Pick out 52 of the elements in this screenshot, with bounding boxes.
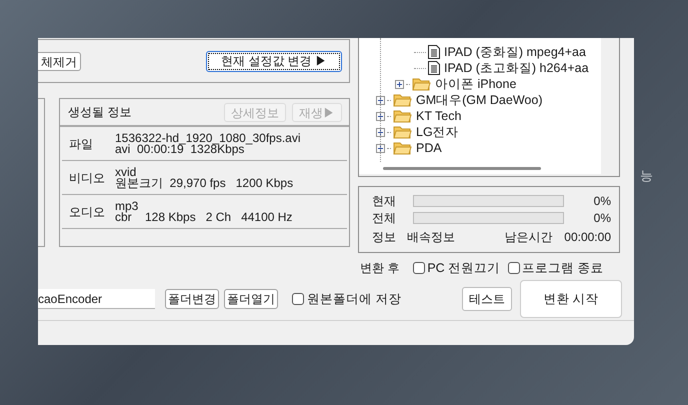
after-conversion-label: 변환 후 [360, 260, 400, 277]
test-button[interactable]: 테스트 [462, 287, 512, 311]
scrollbar-thumb[interactable] [383, 166, 541, 170]
tree-item[interactable]: IPAD (중화질) mpeg4+aa [444, 42, 586, 62]
expand-icon[interactable] [376, 144, 385, 152]
checkbox[interactable] [413, 262, 426, 274]
folder-icon [393, 141, 412, 155]
expand-icon[interactable] [395, 80, 404, 88]
progress-percent: 0% [592, 192, 611, 210]
info-text: 1536322-hd_1920_1080_30fps.avi [115, 132, 301, 144]
info-label: 정보 [371, 228, 397, 246]
document-icon [428, 61, 440, 75]
info-text: cbr 128 Kbps 2 Ch 44100 Hz [115, 212, 292, 222]
tree-item[interactable]: PDA [416, 138, 442, 158]
info-text: 원본크기 29,970 fps 1200 Kbps [115, 178, 294, 188]
background-text: 능 [640, 167, 653, 185]
expand-icon[interactable] [376, 128, 385, 136]
tree-item[interactable]: GM대우(GM DaeWoo) [416, 90, 542, 110]
row-label: 비디오 [68, 170, 106, 186]
document-icon [428, 45, 440, 59]
remove-all-button[interactable]: 체제거 [38, 52, 81, 70]
remaining-time: 00:00:00 [564, 228, 611, 246]
group-title: 생성될 정보 [68, 104, 132, 121]
expand-icon[interactable] [376, 112, 385, 120]
info-text: xvid [115, 166, 136, 178]
checkbox-label: PC 전원끄기 [427, 260, 500, 277]
folder-path-field[interactable]: caoEncoder [38, 289, 155, 309]
row-label: 오디오 [68, 204, 106, 220]
folder-button[interactable]: 폴더변경 [165, 289, 219, 309]
folder-button[interactable]: 폴더열기 [224, 289, 278, 309]
folder-icon [393, 109, 412, 123]
info-text: mp3 [115, 200, 140, 212]
remaining-label: 남은시간 [504, 228, 552, 246]
progress-percent: 0% [592, 210, 611, 226]
info-text: avi 00:00:19 1328Kbps [115, 144, 244, 154]
tree-item[interactable]: KT Tech [416, 106, 462, 126]
save-to-source-checkbox[interactable]: 원본폴더에 저장 [292, 290, 402, 308]
apply-settings-button[interactable]: 현재 설정값 변경 ▶ [206, 50, 342, 72]
checkbox-label: 프로그램 종료 [522, 260, 604, 277]
expand-icon[interactable] [376, 96, 385, 104]
row-label: 파일 [68, 136, 94, 152]
checkbox[interactable] [508, 262, 520, 274]
progress-label: 현재 [371, 192, 397, 210]
tree-item[interactable]: LG전자 [416, 122, 459, 142]
folder-icon [412, 77, 431, 91]
tree-item[interactable]: IPAD (초고화질) h264+aa [444, 58, 589, 78]
folder-icon [393, 93, 412, 107]
progress-label: 전체 [371, 210, 397, 226]
folder-icon [393, 125, 412, 139]
start-conversion-button[interactable]: 변환 시작 [520, 280, 622, 318]
tree-item[interactable]: 아이폰 iPhone [435, 74, 516, 94]
info-value: 배속정보 [407, 228, 456, 246]
